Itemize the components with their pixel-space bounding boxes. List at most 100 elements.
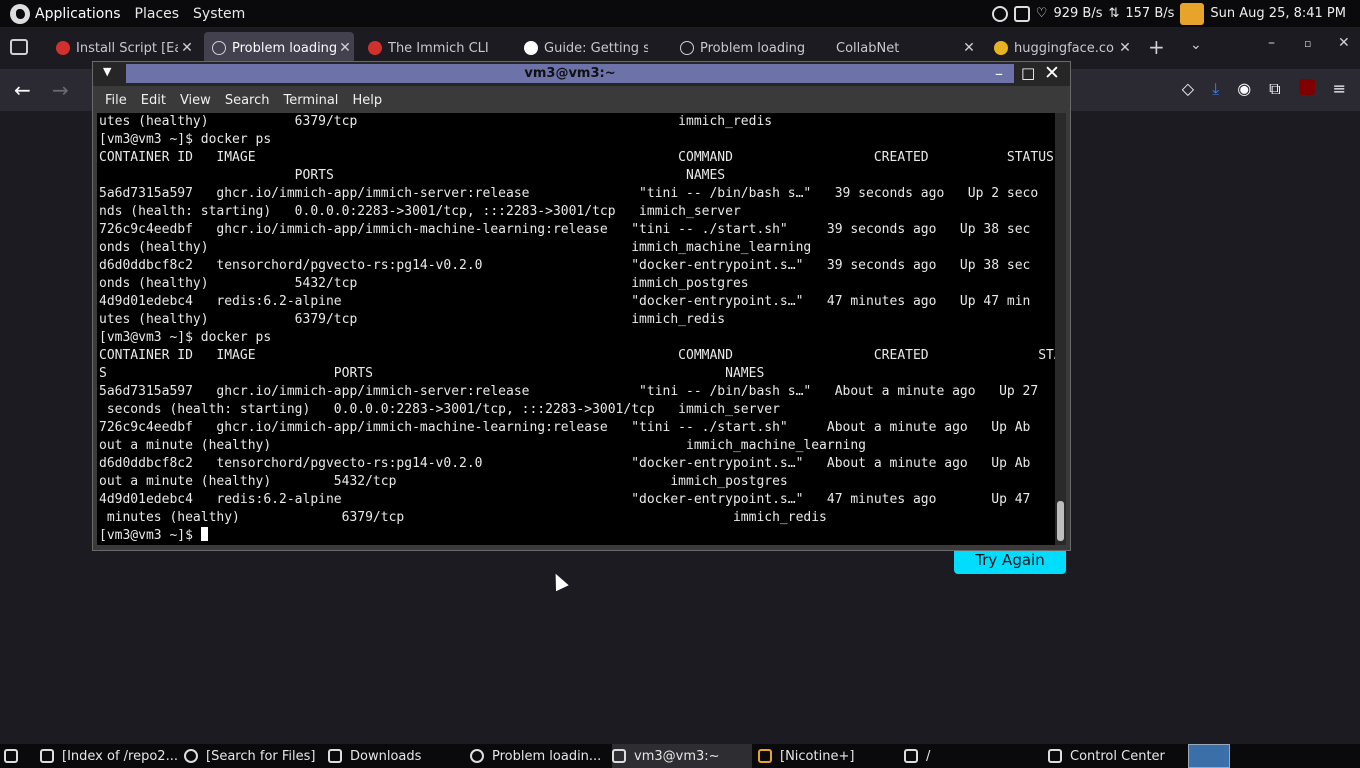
tab-label: Install Script [Ea — [76, 40, 178, 56]
taskbar-label: Problem loadin... — [492, 748, 602, 764]
network-icon[interactable] — [991, 5, 1008, 22]
terminal-output[interactable]: utes (healthy) 6379/tcp immich_redis [vm3… — [97, 113, 1055, 545]
close-icon[interactable]: ✕ — [960, 40, 978, 56]
maximize-icon[interactable]: ▫ — [1304, 37, 1311, 50]
huggingface-icon — [994, 41, 1008, 55]
taskbar-item[interactable]: vm3@vm3:~ — [612, 744, 752, 768]
menu-file[interactable]: File — [105, 93, 127, 108]
download-icon[interactable]: ⤓ — [1212, 79, 1219, 99]
terminal-menubar: File Edit View Search Terminal Help — [93, 86, 1070, 114]
search-icon — [184, 749, 198, 763]
firefox-icon — [470, 749, 484, 763]
window-menu-chevron-icon[interactable]: ▼ — [103, 65, 111, 78]
taskbar-item[interactable]: [Search for Files] — [184, 744, 318, 768]
terminal-line: S PORTS NAMES — [99, 366, 765, 381]
terminal-line: out a minute (healthy) immich_machine_le… — [99, 438, 867, 453]
tab-problem-loading-2[interactable]: Problem loading — [672, 32, 822, 64]
tab-guide[interactable]: Guide: Getting s — [516, 32, 666, 64]
menu-terminal[interactable]: Terminal — [283, 93, 338, 108]
title-area: vm3@vm3:~ — [126, 64, 1014, 83]
close-icon[interactable]: ✕ — [1044, 62, 1060, 84]
terminal-line: [vm3@vm3 ~]$ docker ps — [99, 330, 272, 345]
terminal-line: seconds (health: starting) 0.0.0.0:2283-… — [99, 402, 780, 417]
workspace-switcher[interactable] — [1188, 744, 1230, 768]
taskbar-label: [Index of /repo2... — [62, 748, 178, 764]
back-arrow-icon[interactable]: ← — [14, 78, 31, 102]
download-speed: 929 B/s — [1053, 6, 1103, 21]
terminal-line: 726c9c4eedbf ghcr.io/immich-app/immich-m… — [99, 222, 1031, 237]
forward-arrow-icon[interactable]: → — [52, 78, 69, 102]
terminal-line: PORTS NAMES — [99, 168, 726, 183]
close-icon[interactable]: ✕ — [336, 40, 354, 56]
chrome-favicon-icon — [368, 41, 382, 55]
extensions-icon[interactable]: ⧉ — [1269, 79, 1280, 99]
toolbar-icons: ◇ ⤓ ◉ ⧉ ≡ — [1182, 79, 1346, 99]
terminal-line: d6d0ddbcf8c2 tensorchord/pgvecto-rs:pg14… — [99, 258, 1031, 273]
window-icon — [40, 749, 54, 763]
terminal-scrollbar[interactable] — [1055, 113, 1066, 545]
terminal-line: CONTAINER ID IMAGE COMMAND CREATED STATU… — [99, 150, 1054, 165]
top-panel: Applications Places System ♡ 929 B/s ⇅ 1… — [0, 0, 1360, 27]
user-icon[interactable] — [1013, 5, 1030, 22]
folder-icon — [328, 749, 342, 763]
taskbar-item[interactable]: / — [904, 744, 1038, 768]
taskbar-item[interactable]: Problem loadin... — [470, 744, 606, 768]
close-window-icon[interactable]: ✕ — [1338, 35, 1350, 51]
tab-label: huggingface.co — [1014, 40, 1115, 56]
info-icon — [212, 41, 226, 55]
scrollbar-thumb[interactable] — [1057, 501, 1064, 541]
places-menu[interactable]: Places — [135, 6, 180, 22]
terminal-line: minutes (healthy) 6379/tcp immich_redis — [99, 510, 827, 525]
terminal-line: out a minute (healthy) 5432/tcp immich_p… — [99, 474, 788, 489]
ublock-icon[interactable] — [1298, 79, 1315, 95]
tab-label: Problem loading — [232, 40, 336, 56]
taskbar-label: vm3@vm3:~ — [634, 748, 720, 764]
tab-immich-cli[interactable]: The Immich CLI — [360, 32, 510, 64]
close-icon[interactable]: ✕ — [1116, 40, 1134, 56]
clock[interactable]: Sun Aug 25, 8:41 PM — [1210, 6, 1346, 21]
menu-search[interactable]: Search — [225, 93, 270, 108]
tab-problem-loading-1[interactable]: Problem loading ✕ — [204, 32, 354, 64]
system-menu[interactable]: System — [193, 6, 245, 22]
nicotine-tray-icon[interactable] — [1180, 2, 1205, 25]
menu-view[interactable]: View — [180, 93, 211, 108]
new-tab-button[interactable]: + — [1148, 35, 1165, 59]
terminal-line: 4d9d01edebc4 redis:6.2-alpine "docker-en… — [99, 294, 1031, 309]
terminal-line: utes (healthy) 6379/tcp immich_redis — [99, 312, 726, 327]
terminal-line: utes (healthy) 6379/tcp immich_redis — [99, 114, 773, 129]
info-icon — [680, 41, 694, 55]
tab-label: Problem loading — [700, 40, 804, 56]
taskbar-item[interactable]: [Index of /repo2... — [40, 744, 178, 768]
account-icon[interactable]: ◉ — [1237, 79, 1251, 99]
taskbar-item[interactable]: Downloads — [328, 744, 462, 768]
terminal-line: 4d9d01edebc4 redis:6.2-alpine "docker-en… — [99, 492, 1031, 507]
bottom-taskbar: [Index of /repo2... [Search for Files] D… — [0, 744, 1360, 768]
tab-install-script[interactable]: Install Script [Ea ✕ — [48, 32, 196, 64]
minimize-icon[interactable]: – — [1268, 35, 1275, 51]
applications-menu[interactable]: Applications — [10, 3, 121, 24]
gnome-foot-icon — [10, 3, 30, 24]
show-desktop-icon[interactable] — [4, 744, 38, 768]
menu-help[interactable]: Help — [352, 93, 382, 108]
tab-collabnet[interactable]: CollabNet ✕ — [828, 32, 978, 64]
taskbar-item[interactable]: [Nicotine+] — [758, 744, 892, 768]
terminal-title-bar[interactable]: ▼ vm3@vm3:~ – □ ✕ — [93, 62, 1070, 86]
pocket-icon[interactable]: ◇ — [1182, 79, 1194, 99]
github-icon — [524, 41, 538, 55]
maximize-icon[interactable]: □ — [1021, 64, 1035, 82]
terminal-line: 5a6d7315a597 ghcr.io/immich-app/immich-s… — [99, 186, 1039, 201]
taskbar-label: [Search for Files] — [206, 748, 316, 764]
chrome-favicon-icon — [56, 41, 70, 55]
taskbar-label: Control Center — [1070, 748, 1165, 764]
terminal-prompt-line[interactable]: [vm3@vm3 ~]$ — [97, 527, 1055, 545]
taskbar-item[interactable]: Control Center — [1048, 744, 1182, 768]
upload-speed: 157 B/s — [1125, 6, 1175, 21]
list-tabs-chevron-icon[interactable]: ⌄ — [1190, 37, 1202, 53]
tab-huggingface[interactable]: huggingface.co ✕ — [986, 32, 1134, 64]
firefox-view-icon[interactable] — [10, 39, 28, 55]
text-cursor — [200, 527, 208, 541]
close-icon[interactable]: ✕ — [178, 40, 196, 56]
menu-edit[interactable]: Edit — [141, 93, 166, 108]
minimize-icon[interactable]: – — [995, 64, 1003, 83]
menu-icon[interactable]: ≡ — [1333, 79, 1346, 99]
